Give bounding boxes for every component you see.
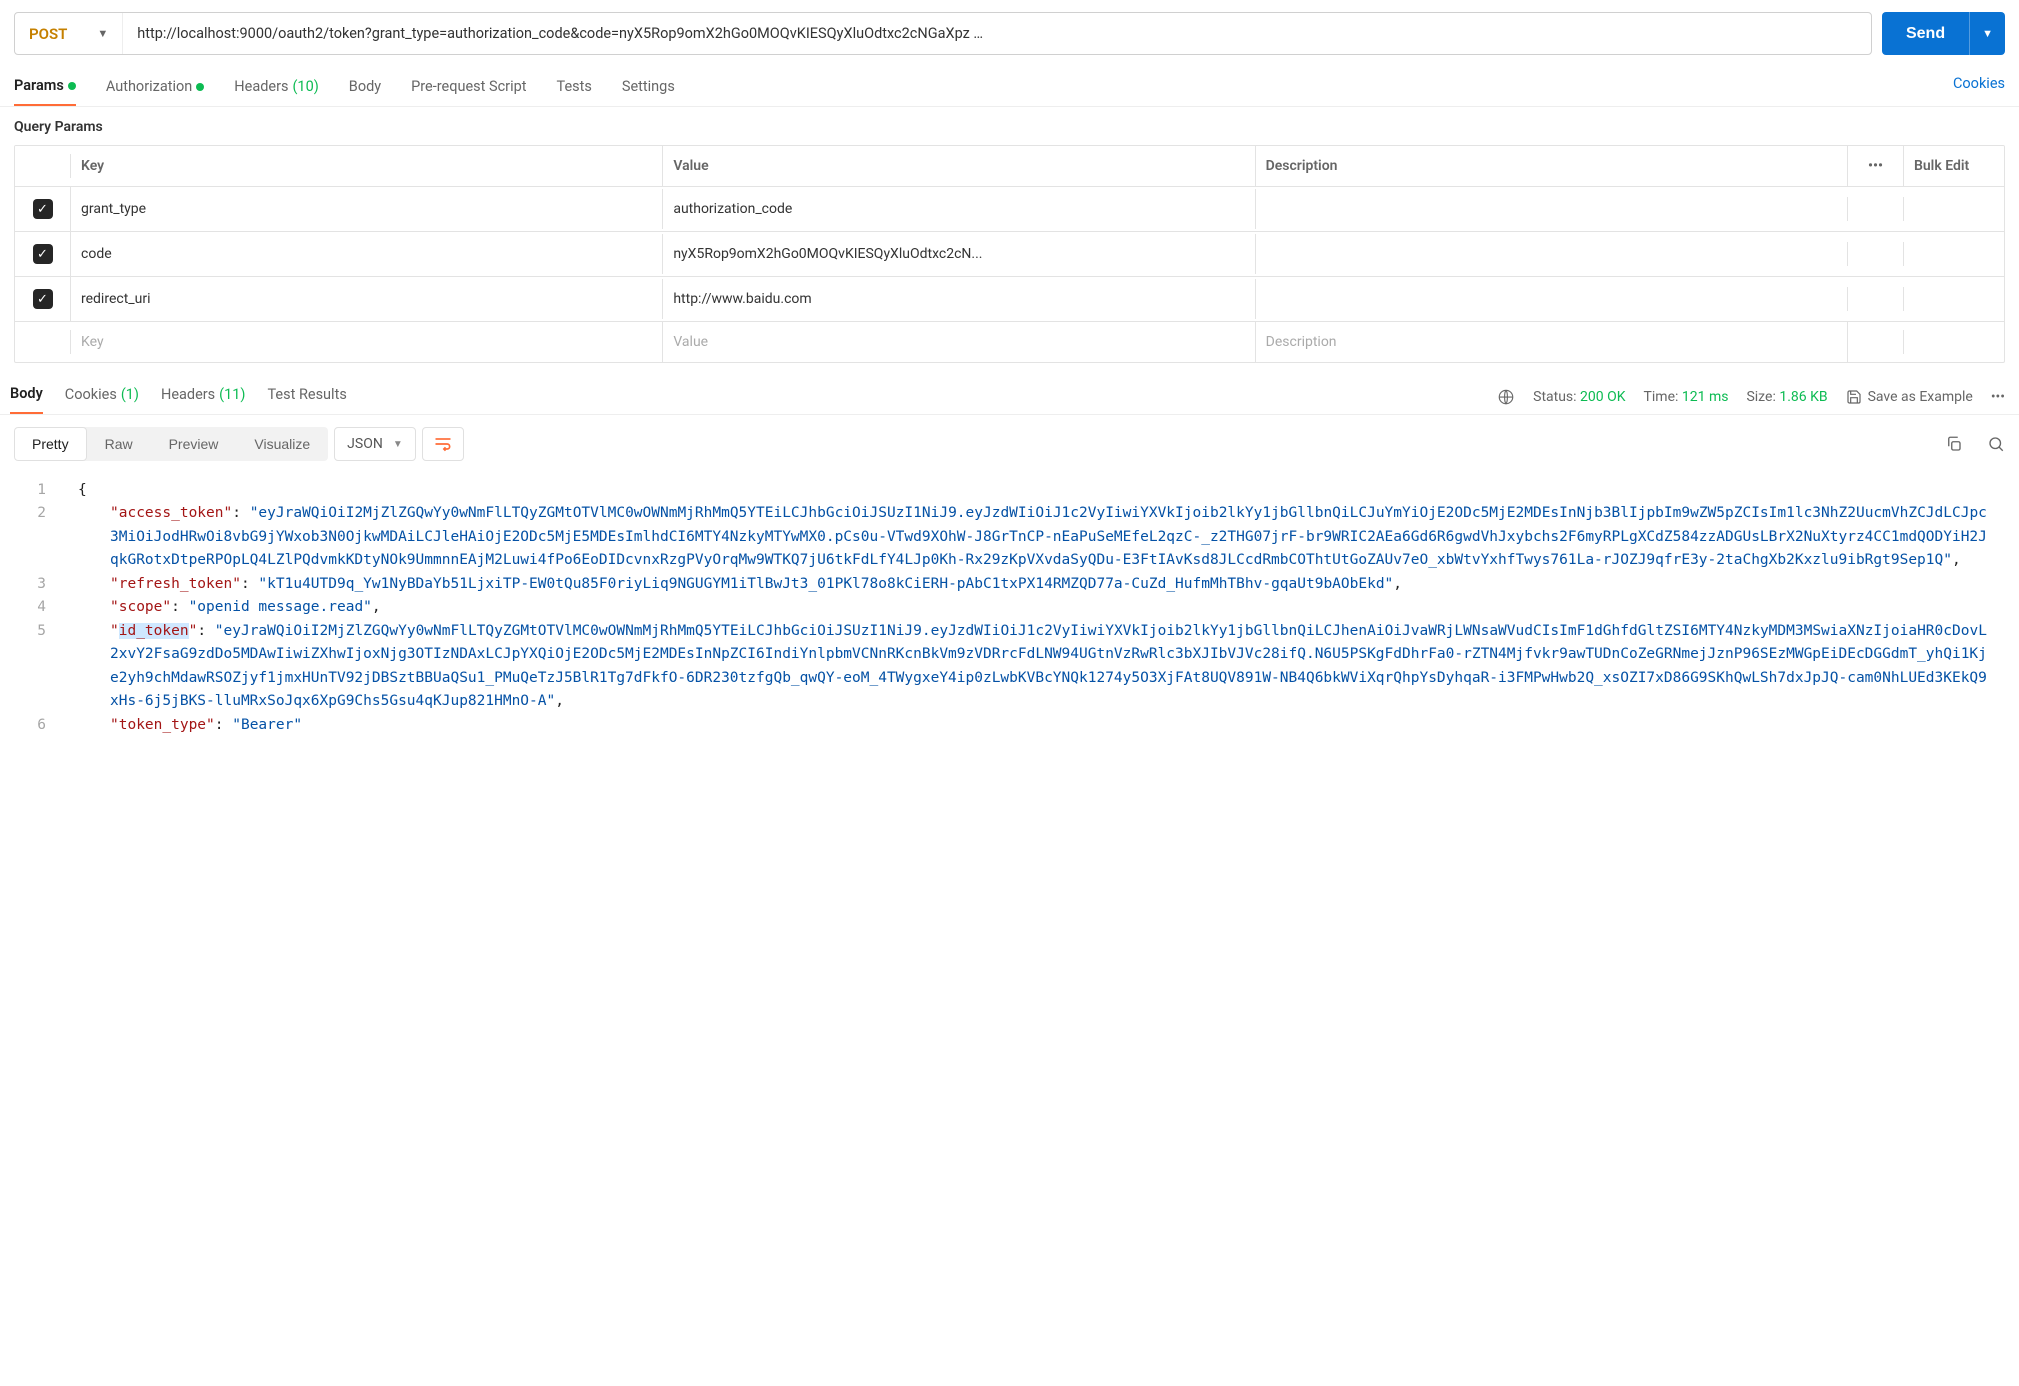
search-icon[interactable] [1987,435,2005,453]
tab-auth-label: Authorization [106,78,192,95]
param-key[interactable]: code [71,234,663,274]
size-label: Size: 1.86 KB [1746,389,1827,405]
param-value[interactable]: http://www.baidu.com [663,279,1255,319]
chevron-down-icon: ▼ [393,439,403,450]
tab-body[interactable]: Body [349,70,381,105]
param-key[interactable]: grant_type [71,189,663,229]
wrap-lines-button[interactable] [422,427,464,461]
status-value: 200 OK [1580,389,1626,405]
more-icon[interactable]: ••• [1848,146,1904,186]
tab-params-label: Params [14,77,64,94]
resp-tab-body[interactable]: Body [10,379,43,414]
tab-headers-count: (10) [292,78,318,95]
resp-tab-headers-label: Headers [161,386,215,403]
active-dot-icon [68,82,76,90]
param-description[interactable] [1256,197,1848,221]
method-label: POST [29,25,67,43]
tab-params[interactable]: Params [14,69,76,106]
chevron-down-icon: ▼ [97,27,108,40]
resp-tab-cookies[interactable]: Cookies (1) [65,380,139,413]
param-key[interactable]: redirect_uri [71,279,663,319]
tab-tests[interactable]: Tests [557,70,592,105]
table-row: ✓ grant_type authorization_code [15,187,2004,232]
resp-tab-test-results[interactable]: Test Results [267,380,346,413]
view-raw-button[interactable]: Raw [87,427,151,461]
table-row: ✓ code nyX5Rop9omX2hGo0MOQvKIESQyXluOdtx… [15,232,2004,277]
table-row: ✓ redirect_uri http://www.baidu.com [15,277,2004,322]
header-key: Key [71,146,663,186]
tab-settings[interactable]: Settings [622,70,675,105]
response-body-viewer[interactable]: 1{2"access_token": "eyJraWQiOiI2MjZlZGQw… [0,473,2019,757]
resp-tab-headers-count: (11) [219,386,245,403]
checkbox-enabled[interactable]: ✓ [33,244,53,264]
more-horizontal-icon[interactable]: ••• [1991,389,2005,405]
view-preview-button[interactable]: Preview [151,427,237,461]
time-value: 121 ms [1682,389,1729,405]
time-label: Time: 121 ms [1644,389,1729,405]
view-visualize-button[interactable]: Visualize [236,427,328,461]
section-query-params-title: Query Params [0,107,2019,145]
view-pretty-button[interactable]: Pretty [14,427,87,461]
view-segment: Pretty Raw Preview Visualize [14,427,328,461]
tab-headers-label: Headers [234,78,288,95]
size-value: 1.86 KB [1779,389,1827,405]
resp-tab-cookies-label: Cookies [65,386,117,403]
param-key-placeholder[interactable]: Key [71,322,663,362]
table-row-empty: Key Value Description [15,322,2004,362]
tab-authorization[interactable]: Authorization [106,70,204,105]
tab-headers[interactable]: Headers (10) [234,70,319,105]
header-checkbox-cell [15,154,71,178]
url-input[interactable]: http://localhost:9000/oauth2/token?grant… [123,13,1871,54]
save-label: Save as Example [1868,389,1973,405]
active-dot-icon [196,83,204,91]
header-value: Value [663,146,1255,186]
http-method-select[interactable]: POST ▼ [15,13,123,54]
send-dropdown-icon[interactable]: ▼ [1970,12,2005,55]
header-description: Description [1256,146,1848,186]
save-as-example-button[interactable]: Save as Example [1846,389,1973,405]
checkbox-enabled[interactable]: ✓ [33,199,53,219]
resp-tab-headers[interactable]: Headers (11) [161,380,246,413]
format-select[interactable]: JSON ▼ [334,427,416,461]
param-description[interactable] [1256,287,1848,311]
param-value[interactable]: nyX5Rop9omX2hGo0MOQvKIESQyXluOdtxc2cN... [663,234,1255,274]
send-label: Send [1882,12,1969,55]
param-value-placeholder[interactable]: Value [663,322,1255,362]
bulk-edit-button[interactable]: Bulk Edit [1904,146,2004,186]
copy-icon[interactable] [1945,435,1963,453]
tab-prerequest[interactable]: Pre-request Script [411,70,526,105]
format-label: JSON [347,436,383,452]
params-table: Key Value Description ••• Bulk Edit ✓ gr… [14,145,2005,363]
cookies-link[interactable]: Cookies [1953,75,2005,100]
globe-icon[interactable] [1497,388,1515,406]
send-button[interactable]: Send ▼ [1882,12,2005,55]
param-description[interactable] [1256,242,1848,266]
param-description-placeholder[interactable]: Description [1256,322,1848,362]
checkbox-enabled[interactable]: ✓ [33,289,53,309]
status-label: Status: 200 OK [1533,389,1625,405]
param-value[interactable]: authorization_code [663,189,1255,229]
resp-tab-cookies-count: (1) [121,386,139,403]
